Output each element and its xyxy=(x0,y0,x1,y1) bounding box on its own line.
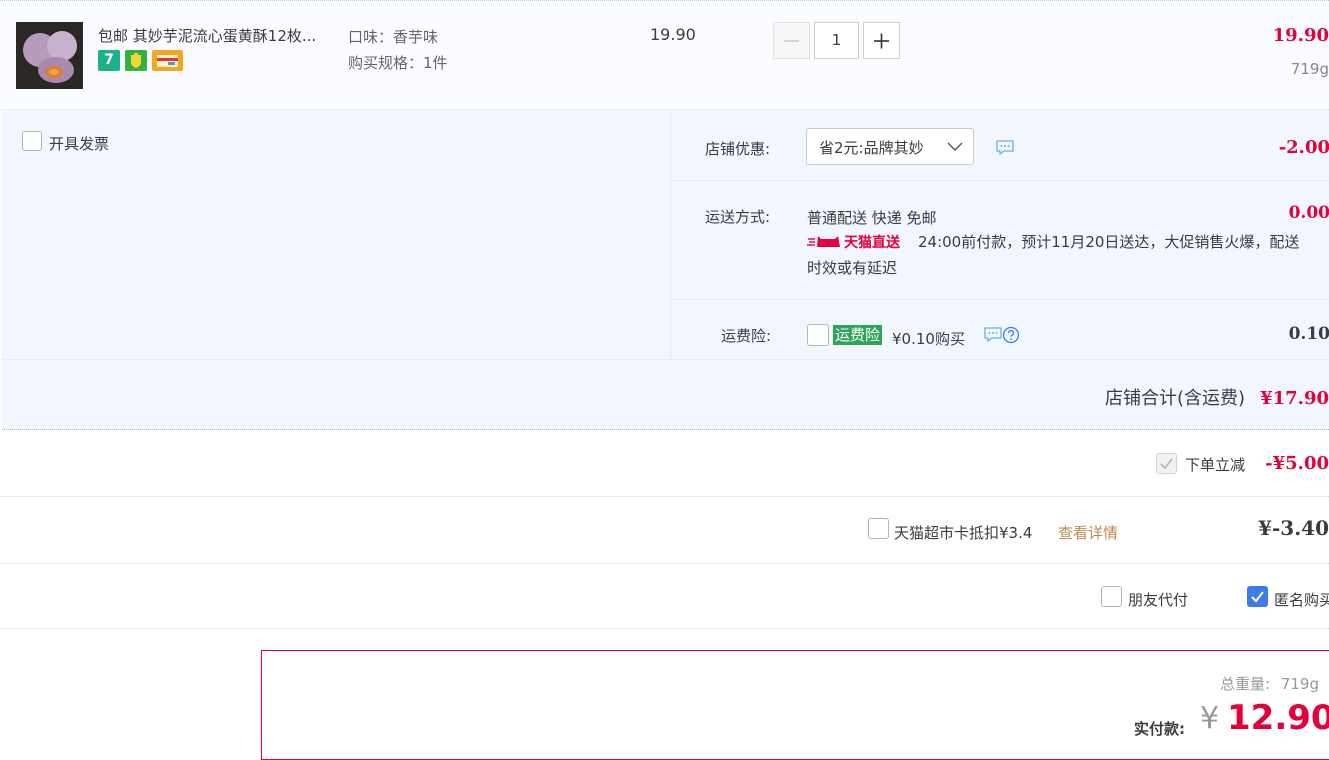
instant-discount-checkbox[interactable] xyxy=(1156,453,1177,474)
shield-guarantee-icon xyxy=(125,50,147,71)
shop-discount-amount: -2.00 xyxy=(1278,137,1329,158)
pay-amount: 12.90 xyxy=(1227,698,1329,738)
message-icon[interactable] xyxy=(983,326,1003,343)
insurance-checkbox[interactable] xyxy=(807,324,829,346)
friend-pay-checkbox[interactable] xyxy=(1101,586,1122,607)
payment-summary-box: 总重量: 719g 实付款: ¥ 12.90 xyxy=(261,650,1329,760)
tmall-cat-icon xyxy=(807,236,840,247)
chevron-down-icon xyxy=(947,142,963,151)
check-icon xyxy=(1160,458,1173,470)
shop-total-label: 店铺合计(含运费) xyxy=(1104,388,1246,409)
product-flavor: 口味：香芋味 xyxy=(348,28,439,46)
tmall-direct-tag: 天猫直送 xyxy=(844,235,900,251)
currency-symbol: ¥ xyxy=(1200,701,1220,736)
pay-label: 实付款: xyxy=(1134,720,1185,738)
plus-icon xyxy=(874,33,889,49)
quantity-decrease-button[interactable] xyxy=(773,22,810,59)
check-icon xyxy=(1251,591,1264,603)
total-weight-value: 719g xyxy=(1280,675,1319,693)
shop-discount-selected: 省2元:品牌其妙 xyxy=(819,139,924,157)
quantity-input[interactable]: 1 xyxy=(814,22,859,59)
shipping-note-line2: 时效或有延迟 xyxy=(807,259,898,277)
product-title[interactable]: 包邮 其妙芋泥流心蛋黄酥12枚... xyxy=(98,25,316,46)
total-weight: 总重量: 719g xyxy=(1220,673,1319,694)
item-subtotal: 19.90 xyxy=(1272,25,1329,46)
supermarket-card-label: 天猫超市卡抵扣¥3.4 xyxy=(894,524,1033,542)
shipping-amount: 0.00 xyxy=(1288,203,1329,223)
shop-discount-select[interactable]: 省2元:品牌其妙 xyxy=(806,128,974,165)
supermarket-card-details-link[interactable]: 查看详情 xyxy=(1058,522,1118,543)
invoice-checkbox[interactable] xyxy=(22,131,42,151)
product-thumbnail[interactable] xyxy=(16,22,83,89)
seven-day-return-icon: 7 xyxy=(98,50,120,71)
shop-discount-label: 店铺优惠: xyxy=(705,140,771,158)
unit-price: 19.90 xyxy=(650,25,696,44)
shipping-method: 普通配送 快递 免邮 xyxy=(807,209,937,227)
quantity-increase-button[interactable] xyxy=(863,22,900,59)
message-icon[interactable] xyxy=(995,139,1015,156)
anonymous-label: 匿名购买 xyxy=(1274,591,1329,609)
anonymous-checkbox[interactable] xyxy=(1247,586,1268,607)
supermarket-card-checkbox[interactable] xyxy=(868,518,889,539)
insurance-label: 运费险: xyxy=(721,327,772,345)
help-icon[interactable] xyxy=(1002,326,1020,344)
shop-total: 店铺合计(含运费) ¥17.90 xyxy=(902,384,1329,410)
invoice-label: 开具发票 xyxy=(49,135,110,153)
shipping-label: 运送方式: xyxy=(705,208,771,226)
shop-total-value: ¥17.90 xyxy=(1260,388,1329,409)
instant-discount-amount: -¥5.00 xyxy=(1265,453,1329,474)
instant-discount-label: 下单立减 xyxy=(1185,456,1246,474)
product-row: 包邮 其妙芋泥流心蛋黄酥12枚... 7 口味：香芋味 购买规格：1件 19.9… xyxy=(0,0,1329,110)
supermarket-card-amount: ¥-3.40 xyxy=(1258,516,1329,540)
insurance-tag: 运费险 xyxy=(833,325,883,345)
product-spec: 购买规格：1件 xyxy=(348,54,448,72)
minus-icon xyxy=(784,40,799,42)
shop-section: 开具发票 店铺优惠: 省2元:品牌其妙 -2.00 运送方式: 普通配送 快递 … xyxy=(2,110,1329,430)
shop-options-panel: 店铺优惠: 省2元:品牌其妙 -2.00 运送方式: 普通配送 快递 免邮 0.… xyxy=(670,110,1329,360)
total-weight-label: 总重量: xyxy=(1220,675,1271,693)
insurance-price: ¥0.10购买 xyxy=(892,330,965,348)
card-payment-icon xyxy=(152,50,183,71)
shipping-note-line1: 24:00前付款，预计11月20日送达，大促销售火爆，配送 xyxy=(918,233,1300,251)
insurance-amount: 0.10 xyxy=(1288,324,1329,344)
friend-pay-label: 朋友代付 xyxy=(1128,591,1189,609)
item-weight: 719g xyxy=(1290,60,1329,78)
